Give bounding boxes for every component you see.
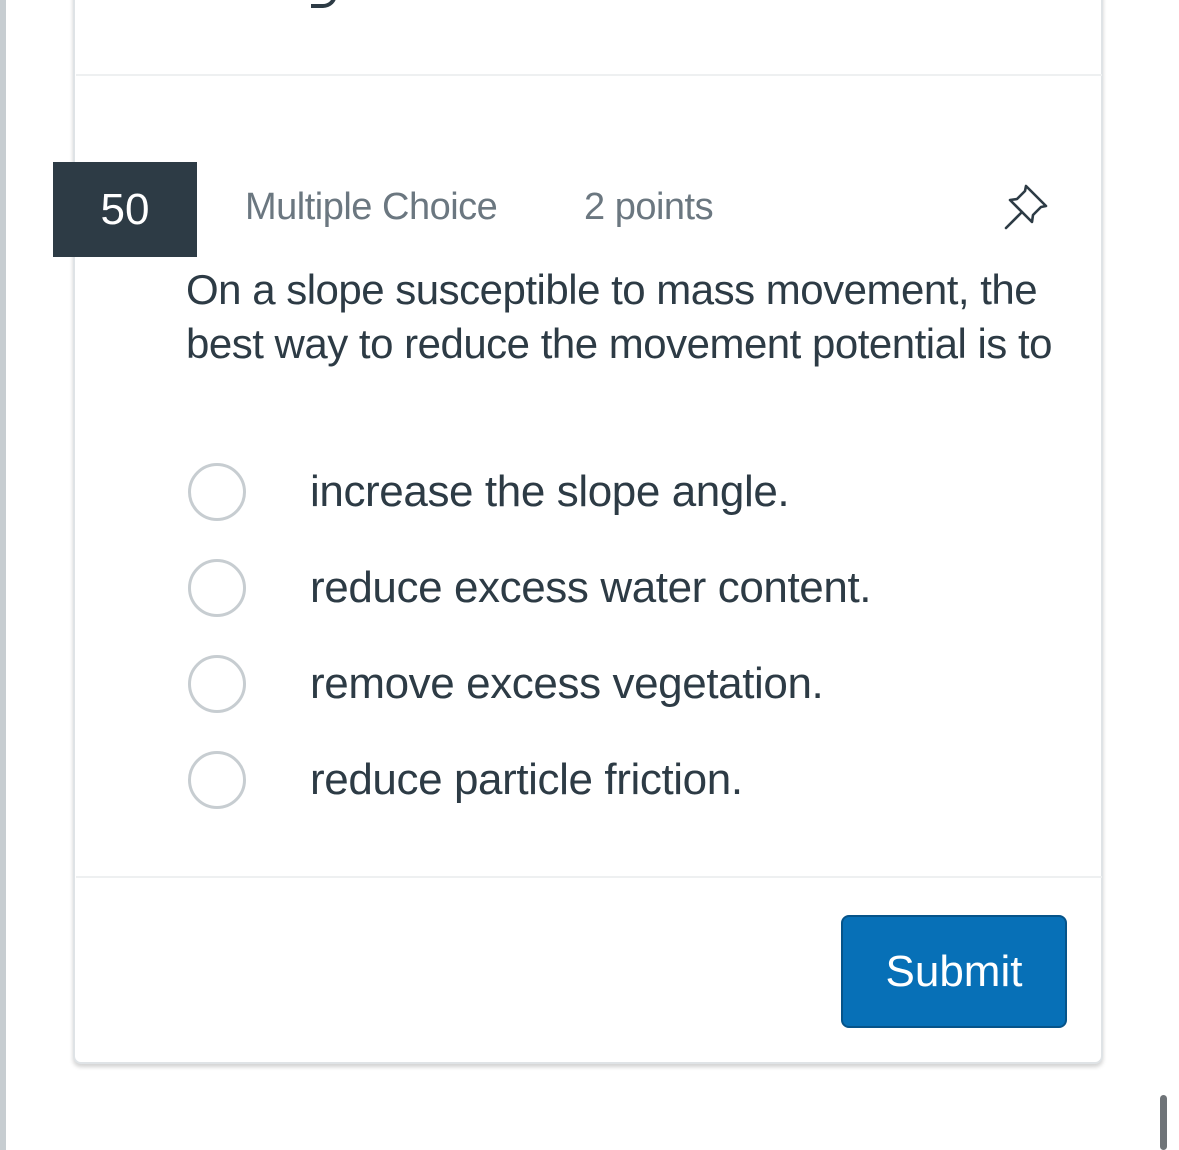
answer-option-3[interactable]: remove excess vegetation. xyxy=(186,655,1066,719)
radio-button[interactable] xyxy=(188,463,246,521)
answer-label: increase the slope angle. xyxy=(310,467,790,516)
pin-icon[interactable] xyxy=(998,178,1054,234)
answer-option-4[interactable]: reduce particle friction. xyxy=(186,751,1066,815)
answer-label: reduce particle friction. xyxy=(310,755,743,804)
question-card xyxy=(73,0,1103,1064)
radio-button[interactable] xyxy=(188,751,246,809)
question-type: Multiple Choice xyxy=(245,186,498,228)
bottom-divider xyxy=(76,876,1102,878)
question-number-badge: 50 xyxy=(53,162,197,257)
submit-button[interactable]: Submit xyxy=(841,915,1067,1028)
radio-button[interactable] xyxy=(188,655,246,713)
page-left-rail xyxy=(0,0,6,1150)
answer-option-2[interactable]: reduce excess water content. xyxy=(186,559,1066,623)
top-divider xyxy=(76,74,1102,76)
question-points: 2 points xyxy=(584,186,714,228)
radio-button[interactable] xyxy=(188,559,246,617)
answer-label: remove excess vegetation. xyxy=(310,659,824,708)
question-text: On a slope susceptible to mass movement,… xyxy=(186,266,1053,367)
scroll-indicator[interactable] xyxy=(1160,1095,1167,1150)
answer-option-1[interactable]: increase the slope angle. xyxy=(186,463,1066,527)
answer-label: reduce excess water content. xyxy=(310,563,872,612)
